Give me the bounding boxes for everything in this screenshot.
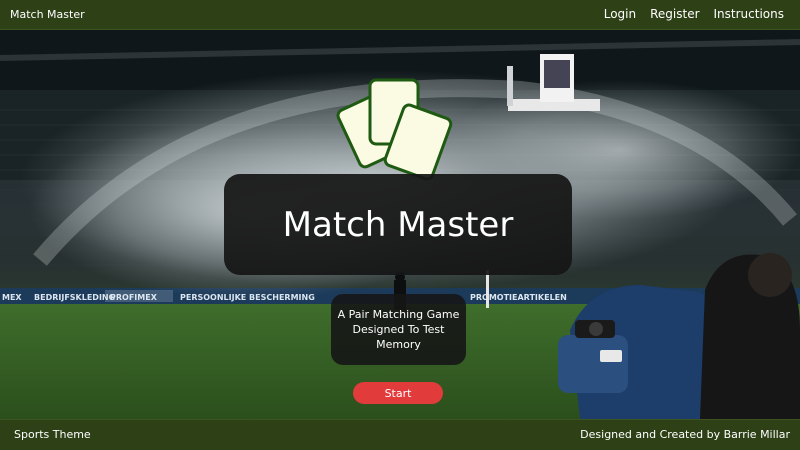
nav-links: Login Register Instructions <box>604 7 784 21</box>
svg-text:PROMOTIEARTIKELEN: PROMOTIEARTIKELEN <box>470 293 567 302</box>
svg-text:BEDRIJFSKLEDING: BEDRIJFSKLEDING <box>34 293 115 302</box>
svg-text:PROFIMEX: PROFIMEX <box>110 293 158 302</box>
game-title: Match Master <box>282 204 514 245</box>
nav-instructions-link[interactable]: Instructions <box>714 7 784 21</box>
brand-title[interactable]: Match Master <box>10 8 85 21</box>
subtitle-box: A Pair Matching Game Designed To Test Me… <box>331 294 466 365</box>
title-box: Match Master <box>224 174 572 275</box>
nav-login-link[interactable]: Login <box>604 7 636 21</box>
footer: Sports Theme Designed and Created by Bar… <box>0 419 800 450</box>
svg-text:MEX: MEX <box>2 293 22 302</box>
start-button[interactable]: Start <box>353 382 443 404</box>
nav-register-link[interactable]: Register <box>650 7 699 21</box>
footer-theme-label: Sports Theme <box>14 428 91 441</box>
footer-credit: Designed and Created by Barrie Millar <box>580 428 790 441</box>
game-subtitle: A Pair Matching Game Designed To Test Me… <box>337 308 460 351</box>
top-nav: Match Master Login Register Instructions <box>0 0 800 30</box>
cards-logo-icon <box>336 78 453 181</box>
